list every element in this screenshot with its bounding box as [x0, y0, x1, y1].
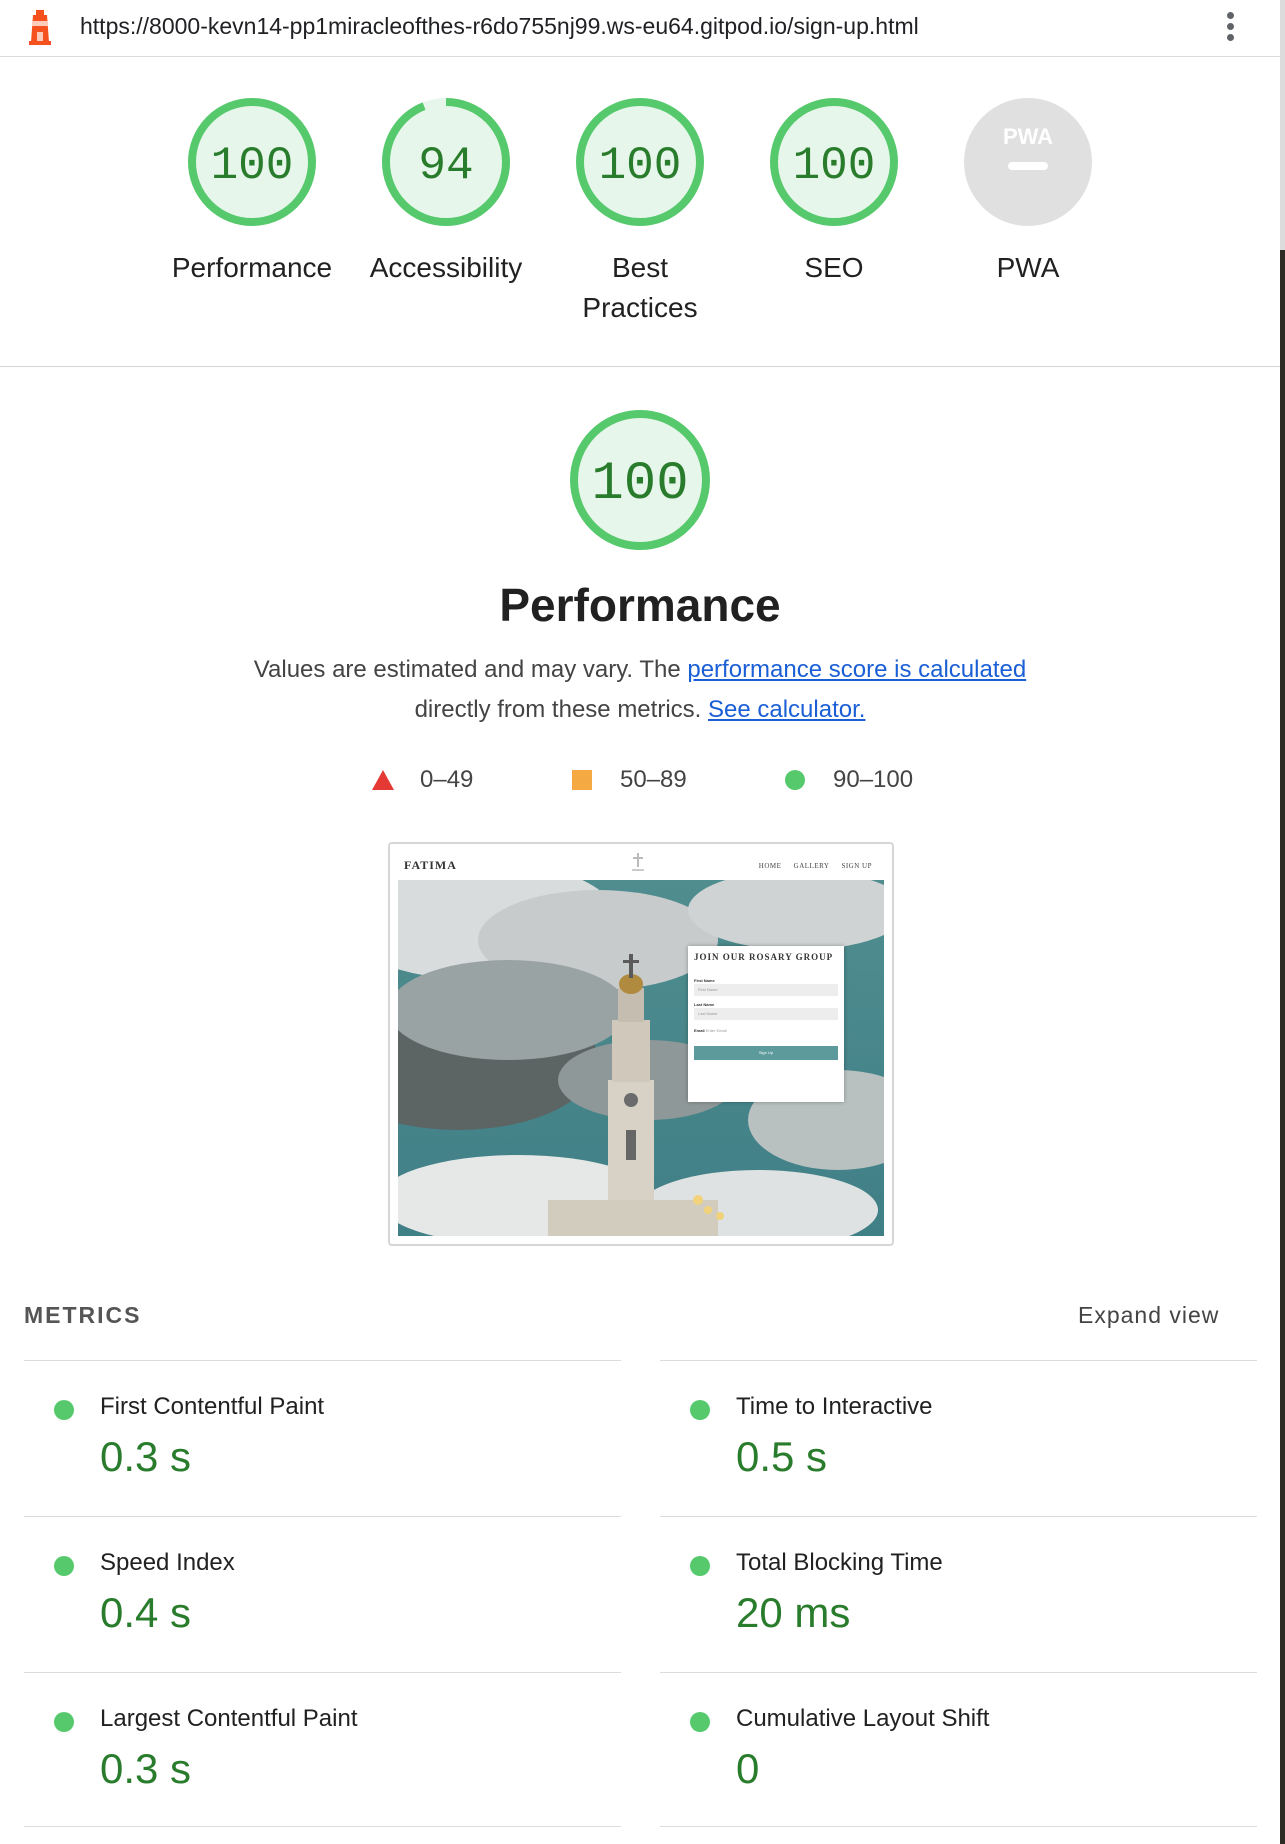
- metric-value: 0.4 s: [100, 1589, 192, 1636]
- expand-view-button[interactable]: Expand view: [1078, 1302, 1219, 1329]
- metric-value: 0.5 s: [736, 1433, 828, 1480]
- metric-title: Cumulative Layout Shift: [736, 1705, 990, 1732]
- gauge-performance[interactable]: 100 Performance: [155, 96, 349, 288]
- window-edge: [1280, 0, 1285, 1844]
- preview-label: First Name: [694, 978, 715, 983]
- pass-dot-icon: [690, 1556, 710, 1576]
- metric-cumulative-layout-shift: Cumulative Layout Shift 0: [660, 1672, 1257, 1828]
- preview-hero-image: JOIN OUR ROSARY GROUP First Name First N…: [398, 880, 884, 1236]
- triangle-icon: [372, 770, 394, 790]
- metric-title: Largest Contentful Paint: [100, 1705, 358, 1732]
- preview-nav-item: SIGN UP: [841, 862, 872, 870]
- performance-description: Values are estimated and may vary. The p…: [0, 650, 1280, 730]
- desc-text: directly from these metrics.: [414, 696, 702, 723]
- preview-nav-item: HOME: [758, 862, 782, 870]
- pass-dot-icon: [54, 1400, 74, 1420]
- address-bar[interactable]: https://8000-kevn14-pp1miracleofthes-r6d…: [80, 13, 919, 40]
- score-value: 94: [418, 140, 473, 192]
- gauge-label: Performance: [171, 252, 333, 283]
- performance-score-gauge: 100: [570, 410, 710, 550]
- metric-title: Speed Index: [100, 1549, 235, 1576]
- score-calculated-link[interactable]: performance score is calculated: [687, 656, 1026, 683]
- pass-dot-icon: [54, 1556, 74, 1576]
- metric-title: Time to Interactive: [736, 1393, 933, 1420]
- metric-title: First Contentful Paint: [100, 1393, 325, 1420]
- legend-label: 50–89: [620, 766, 687, 793]
- gauge-pwa[interactable]: PWA PWA: [931, 96, 1125, 288]
- legend-label: 90–100: [833, 766, 914, 793]
- pass-dot-icon: [54, 1712, 74, 1732]
- metric-value: 20 ms: [736, 1589, 851, 1636]
- preview-form-title: JOIN OUR ROSARY GROUP: [694, 952, 834, 962]
- performance-score-value: 100: [591, 454, 688, 515]
- metric-first-contentful-paint: First Contentful Paint 0.3 s: [24, 1360, 621, 1516]
- gauge-label: Best Practices: [582, 252, 698, 323]
- metric-speed-index: Speed Index 0.4 s: [24, 1516, 621, 1672]
- gauge-best-practices[interactable]: 100 Best Practices: [543, 96, 737, 328]
- metrics-heading: METRICS: [24, 1302, 142, 1328]
- preview-header: FATIMA HOME GALLERY SIGN UP: [390, 844, 892, 880]
- gauge-label: PWA: [996, 252, 1060, 283]
- see-calculator-link[interactable]: See calculator.: [708, 696, 865, 723]
- preview-label: Email: [694, 1028, 705, 1033]
- score-ring: 100: [576, 98, 704, 226]
- score-value: 100: [793, 140, 876, 192]
- score-value: 100: [599, 140, 682, 192]
- score-legend: 0–49 50–89 90–100: [0, 762, 1280, 802]
- preview-input: Last Name: [694, 1008, 838, 1020]
- pass-dot-icon: [690, 1400, 710, 1420]
- score-ring: 100: [188, 98, 316, 226]
- preview-input: Enter Email: [705, 1028, 727, 1033]
- pwa-badge-icon: PWA: [964, 98, 1092, 226]
- metric-value: 0.3 s: [100, 1433, 192, 1480]
- circle-icon: [785, 770, 805, 790]
- category-gauges: 100 Performance 94 Accessibility 100 Bes…: [0, 56, 1280, 367]
- preview-signup-form: JOIN OUR ROSARY GROUP First Name First N…: [688, 946, 844, 1102]
- pass-dot-icon: [690, 1712, 710, 1732]
- divider: [24, 1826, 621, 1827]
- preview-brand: FATIMA: [404, 858, 457, 872]
- metric-value: 0.3 s: [100, 1745, 192, 1792]
- preview-nav: HOME GALLERY SIGN UP: [749, 862, 872, 870]
- gauge-seo[interactable]: 100 SEO: [737, 96, 931, 288]
- legend-label: 0–49: [420, 766, 474, 793]
- metric-total-blocking-time: Total Blocking Time 20 ms: [660, 1516, 1257, 1672]
- desc-text: Values are estimated and may vary. The: [253, 656, 681, 683]
- score-ring: 100: [770, 98, 898, 226]
- cross-logo-icon: [632, 853, 644, 871]
- metric-title: Total Blocking Time: [736, 1549, 943, 1576]
- metric-value: 0: [736, 1745, 760, 1792]
- preview-email-row: Email Enter Email: [694, 1028, 726, 1033]
- preview-label: Last Name: [694, 1002, 715, 1007]
- browser-bar: https://8000-kevn14-pp1miracleofthes-r6d…: [0, 0, 1280, 57]
- final-screenshot[interactable]: FATIMA HOME GALLERY SIGN UP JOIN OUR ROS…: [388, 842, 894, 1246]
- gauge-accessibility[interactable]: 94 Accessibility: [349, 96, 543, 288]
- preview-input: First Name: [694, 984, 838, 996]
- divider: [660, 1826, 1257, 1827]
- gauge-label: SEO: [804, 252, 864, 283]
- metric-time-to-interactive: Time to Interactive 0.5 s: [660, 1360, 1257, 1516]
- score-ring: 94: [382, 98, 510, 226]
- gauge-label: Accessibility: [369, 252, 523, 283]
- pwa-badge-text: PWA: [1003, 124, 1053, 149]
- preview-button: Sign Up: [694, 1046, 838, 1060]
- kebab-menu-icon[interactable]: [1220, 8, 1240, 46]
- metric-largest-contentful-paint: Largest Contentful Paint 0.3 s: [24, 1672, 621, 1828]
- section-title: Performance: [499, 579, 781, 631]
- square-icon: [572, 770, 592, 790]
- preview-nav-item: GALLERY: [793, 862, 830, 870]
- lighthouse-icon: [29, 10, 51, 45]
- score-value: 100: [211, 140, 294, 192]
